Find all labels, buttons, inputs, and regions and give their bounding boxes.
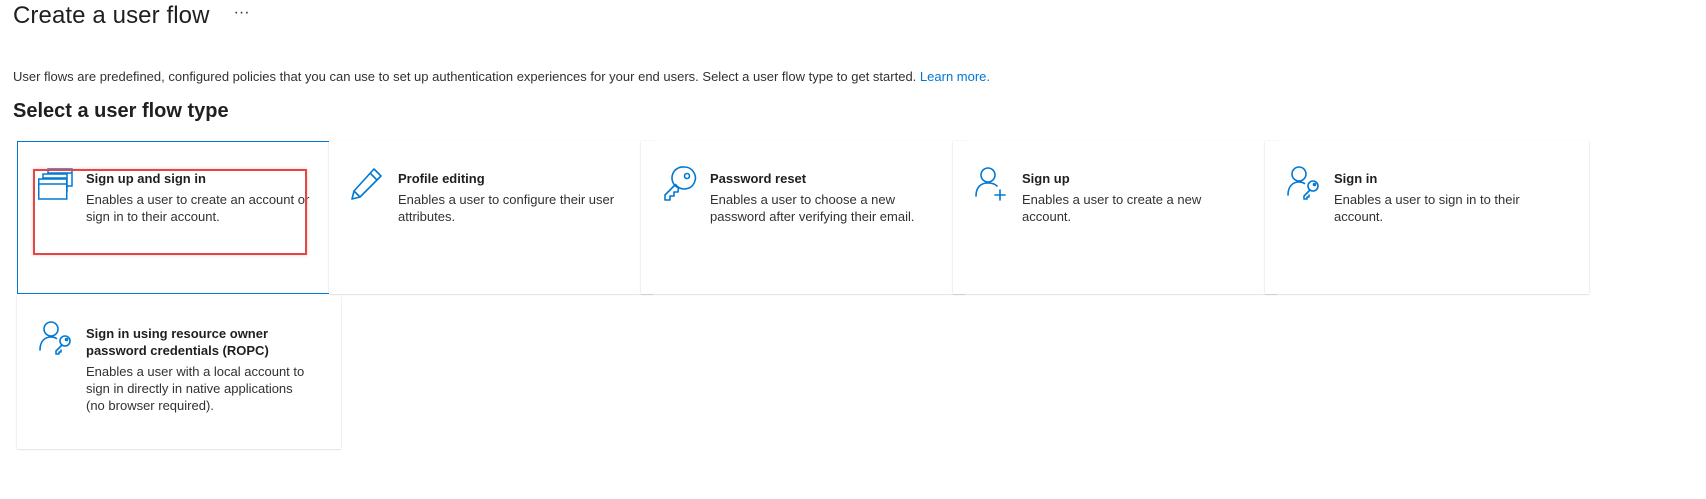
card-title: Profile editing <box>398 171 485 186</box>
card-sign-in-ropc[interactable]: Sign in using resource owner password cr… <box>17 296 341 449</box>
title-row: Create a user flow ··· <box>13 2 250 30</box>
page-title: Create a user flow <box>13 2 210 29</box>
card-title: Password reset <box>710 171 807 186</box>
user-add-icon <box>974 164 1012 204</box>
card-description: Enables a user to choose a new password … <box>710 192 915 224</box>
windows-stack-icon <box>38 164 76 204</box>
card-description: Enables a user to configure their user a… <box>398 192 615 224</box>
card-profile-editing[interactable]: Profile editing Enables a user to config… <box>329 141 653 294</box>
card-sign-up-and-sign-in[interactable]: Sign up and sign in Enables a user to cr… <box>17 141 341 294</box>
card-description: Enables a user to create a new account. <box>1022 192 1202 224</box>
card-description: Enables a user to sign in to their accou… <box>1334 192 1520 224</box>
section-heading: Select a user flow type <box>13 100 229 122</box>
card-title: Sign up <box>1022 171 1070 186</box>
more-options-button[interactable]: ··· <box>234 5 250 21</box>
intro-text: User flows are predefined, configured po… <box>13 69 917 84</box>
card-description: Enables a user to create an account or s… <box>86 192 310 224</box>
card-sign-up[interactable]: Sign up Enables a user to create a new a… <box>953 141 1277 294</box>
user-key-icon <box>1286 164 1324 204</box>
card-title: Sign in <box>1334 171 1378 186</box>
card-title: Sign in using resource owner password cr… <box>86 326 269 358</box>
pencil-icon <box>350 164 388 204</box>
card-title: Sign up and sign in <box>86 171 206 186</box>
create-user-flow-page: Create a user flow ··· User flows are pr… <box>0 0 1706 499</box>
card-description: Enables a user with a local account to s… <box>86 364 305 413</box>
learn-more-link[interactable]: Learn more. <box>920 69 990 84</box>
intro-description: User flows are predefined, configured po… <box>13 69 990 84</box>
key-icon <box>662 164 700 204</box>
card-password-reset[interactable]: Password reset Enables a user to choose … <box>641 141 965 294</box>
card-sign-in[interactable]: Sign in Enables a user to sign in to the… <box>1265 141 1589 294</box>
user-key-icon <box>38 319 76 359</box>
